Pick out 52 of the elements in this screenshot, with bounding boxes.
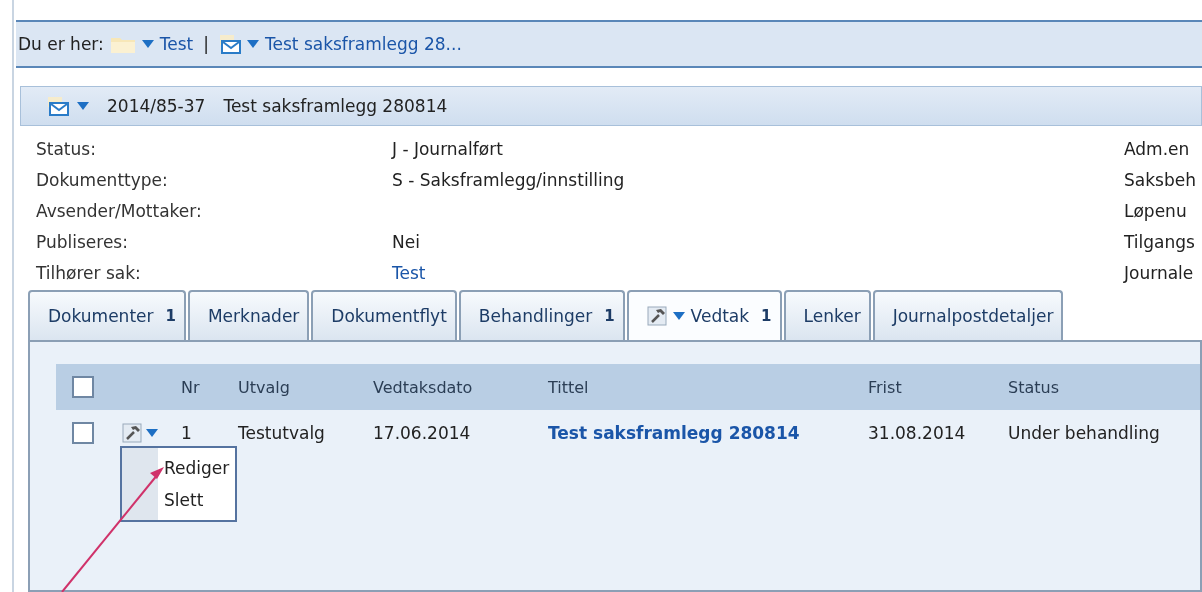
hammer-icon	[122, 423, 142, 443]
menu-item[interactable]: Slett	[164, 484, 230, 516]
field-label: Adm.en	[1124, 138, 1191, 160]
table-cell: Testutvalg	[238, 423, 325, 443]
field-label: Dokumenttype:	[36, 169, 169, 191]
column-header[interactable]: Vedtaksdato	[373, 377, 473, 397]
caret-icon[interactable]	[146, 429, 158, 437]
envelope-icon	[47, 96, 69, 116]
breadcrumb-separator: |	[203, 34, 209, 54]
caret-icon[interactable]	[77, 102, 89, 110]
table-cell: 1	[181, 423, 192, 443]
breadcrumb-link[interactable]: Test	[159, 34, 194, 54]
field-label: Saksbeh	[1124, 169, 1197, 191]
table-cell: Under behandling	[1008, 423, 1160, 443]
field-label: Tilgangs	[1124, 231, 1196, 253]
checkbox[interactable]	[72, 422, 94, 444]
field-value: J - Journalført	[392, 138, 504, 160]
column-header[interactable]: Tittel	[548, 377, 589, 397]
column-header[interactable]: Utvalg	[238, 377, 290, 397]
tab[interactable]: Journalpostdetaljer	[872, 290, 1064, 340]
hammer-icon	[646, 306, 667, 326]
column-header[interactable]: Frist	[868, 377, 902, 397]
envelope-icon	[219, 34, 241, 54]
breadcrumb-link[interactable]: Test saksframlegg 28...	[265, 34, 462, 54]
column-header[interactable]: Status	[1008, 377, 1059, 397]
record-number: 2014/85-37	[107, 96, 206, 116]
record-title: Test saksframlegg 280814	[223, 96, 448, 116]
checkbox[interactable]	[72, 376, 94, 398]
field-label: Status:	[36, 138, 97, 160]
field-label: Journale	[1124, 262, 1195, 284]
menu-item[interactable]: Rediger	[164, 452, 230, 484]
table-cell: 31.08.2014	[868, 423, 966, 443]
tab[interactable]: Behandlinger 1	[458, 290, 625, 340]
field-label: Avsender/Mottaker:	[36, 200, 203, 222]
field-label: Tilhører sak:	[36, 262, 142, 284]
field-value: Nei	[392, 231, 421, 253]
tab[interactable]: Dokumenter 1	[28, 290, 186, 340]
tab[interactable]: Dokumentflyt	[311, 290, 457, 340]
tab[interactable]: Lenker	[783, 290, 871, 340]
column-header[interactable]: Nr	[181, 377, 200, 397]
tab[interactable]: Vedtak 1	[626, 290, 782, 340]
breadcrumb-label: Du er her:	[18, 34, 104, 54]
caret-icon[interactable]	[247, 40, 259, 48]
table-cell: 17.06.2014	[373, 423, 471, 443]
tab[interactable]: Merknader	[187, 290, 310, 340]
title-link[interactable]: Test saksframlegg 280814	[548, 423, 800, 443]
field-link[interactable]: Test	[392, 262, 1124, 284]
caret-icon[interactable]	[141, 40, 154, 48]
field-label: Publiseres:	[36, 231, 129, 253]
caret-icon[interactable]	[672, 312, 685, 320]
field-label: Løpenu	[1124, 200, 1188, 222]
field-value: S - Saksframlegg/innstilling	[392, 169, 626, 191]
